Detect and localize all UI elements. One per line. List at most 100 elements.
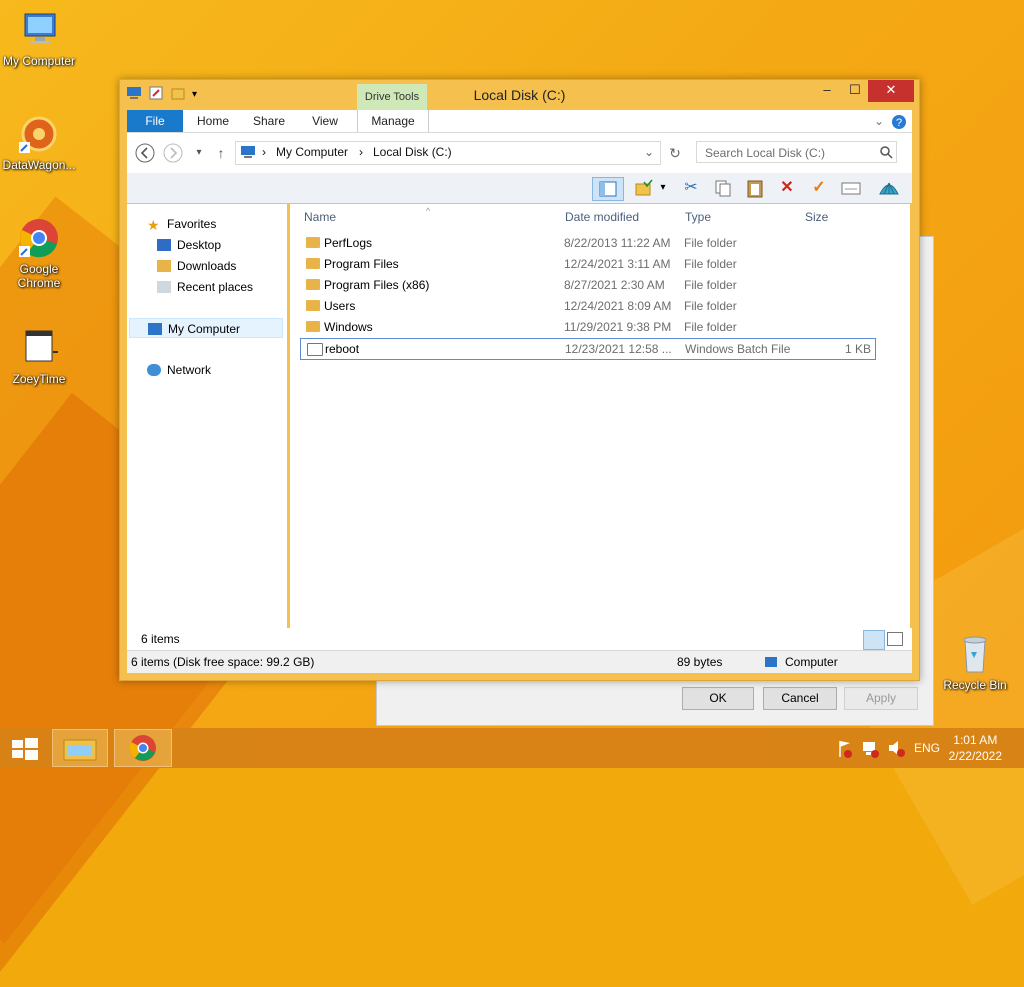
column-header-date[interactable]: Date modified xyxy=(565,204,639,230)
maximize-button[interactable]: ☐ xyxy=(842,80,868,102)
sort-ascending-icon: ^ xyxy=(426,206,431,216)
nav-favorites[interactable]: ★ Favorites xyxy=(147,214,216,234)
desktop-icon-datawagon[interactable]: DataWagon... xyxy=(0,112,78,172)
desktop-icon-recycle-bin[interactable]: Recycle Bin xyxy=(936,632,1014,692)
computer-small-icon xyxy=(148,323,162,335)
folder-icon xyxy=(306,300,320,311)
expand-ribbon-icon[interactable]: ⌄ xyxy=(871,110,887,132)
nav-desktop[interactable]: Desktop xyxy=(157,235,221,255)
computer-small-icon xyxy=(240,145,256,162)
minimize-button[interactable]: – xyxy=(814,80,840,102)
address-row: ▾ ↑ › My Computer › Local Disk (C:) ⌄ ↻ … xyxy=(127,133,912,173)
up-button[interactable]: ↑ xyxy=(211,143,231,163)
folder-icon xyxy=(306,279,320,290)
volume-muted-icon[interactable] xyxy=(886,729,906,767)
application-window-icon xyxy=(17,326,61,370)
table-row[interactable]: Program Files (x86) 8/27/2021 2:30 AM Fi… xyxy=(300,275,874,295)
tab-home[interactable]: Home xyxy=(191,110,235,132)
desktop-icon-google-chrome[interactable]: Google Chrome xyxy=(0,216,78,290)
title-bar[interactable]: ▾ Drive Tools Local Disk (C:) – ☐ ✕ xyxy=(120,80,919,110)
command-toolbar: ▾ ✂ ✕ ✓ xyxy=(127,173,912,203)
table-row[interactable]: Users 12/24/2021 8:09 AM File folder xyxy=(300,296,874,316)
nav-recent-places[interactable]: Recent places xyxy=(157,277,253,297)
breadcrumb-separator-icon: › xyxy=(262,145,266,159)
clock-date: 2/22/2022 xyxy=(948,749,1002,763)
back-button[interactable] xyxy=(135,143,155,163)
close-button[interactable]: ✕ xyxy=(868,80,914,102)
language-indicator[interactable]: ENG xyxy=(914,729,942,767)
breadcrumb-my-computer[interactable]: My Computer xyxy=(276,145,348,159)
rename-check-icon[interactable]: ✓ xyxy=(807,177,831,199)
folder-icon xyxy=(306,237,320,248)
column-header-name[interactable]: Name xyxy=(304,204,336,230)
svg-text:?: ? xyxy=(896,117,902,129)
window-title: Local Disk (C:) xyxy=(473,87,566,103)
status-selection-size: 89 bytes xyxy=(677,655,723,669)
network-tray-icon[interactable] xyxy=(860,729,880,767)
cut-icon[interactable]: ✂ xyxy=(679,177,703,199)
properties-icon[interactable] xyxy=(839,177,863,199)
action-center-flag-icon[interactable] xyxy=(836,729,854,767)
folder-options-icon[interactable] xyxy=(632,177,656,199)
copy-icon[interactable] xyxy=(711,177,735,199)
recent-locations-chevron-icon[interactable]: ▾ xyxy=(189,143,209,163)
chrome-icon xyxy=(17,216,61,260)
large-icons-view-icon[interactable] xyxy=(887,632,903,646)
nav-downloads[interactable]: Downloads xyxy=(157,256,236,276)
start-button[interactable] xyxy=(8,729,40,767)
tab-file[interactable]: File xyxy=(127,110,183,132)
tab-view[interactable]: View xyxy=(305,110,345,132)
ribbon-tabs: File Home Share View Manage ⌄ ? xyxy=(127,110,912,133)
desktop-icon-my-computer[interactable]: My Computer xyxy=(0,8,78,68)
table-row[interactable]: PerfLogs 8/22/2013 11:22 AM File folder xyxy=(300,233,874,253)
status-disk-info: 6 items (Disk free space: 99.2 GB) xyxy=(131,655,315,669)
file-list: Name ^ Date modified Type Size PerfLogs … xyxy=(290,204,910,640)
tab-share[interactable]: Share xyxy=(245,110,293,132)
ok-button[interactable]: OK xyxy=(682,687,754,710)
taskbar-chrome[interactable] xyxy=(114,729,172,767)
column-header-type[interactable]: Type xyxy=(685,204,711,230)
taskbar-file-explorer[interactable] xyxy=(52,729,108,767)
desktop-icon xyxy=(157,239,171,251)
system-clock[interactable]: 1:01 AM 2/22/2022 xyxy=(949,732,1002,764)
delete-icon[interactable]: ✕ xyxy=(775,177,799,199)
shell-icon[interactable] xyxy=(877,177,901,199)
recent-places-icon xyxy=(157,281,171,293)
breadcrumb-local-disk[interactable]: Local Disk (C:) xyxy=(373,145,452,159)
refresh-icon[interactable]: ↻ xyxy=(665,143,685,163)
apply-button[interactable]: Apply xyxy=(844,687,918,710)
table-row[interactable]: Windows 11/29/2021 9:38 PM File folder xyxy=(300,317,874,337)
search-input[interactable]: Search Local Disk (C:) xyxy=(696,141,897,163)
table-row[interactable]: Program Files 12/24/2021 3:11 AM File fo… xyxy=(300,254,874,274)
chevron-down-icon[interactable]: ▾ xyxy=(657,177,669,199)
table-row-selected[interactable]: reboot 12/23/2021 12:58 ... Windows Batc… xyxy=(300,338,876,360)
folder-icon xyxy=(306,321,320,332)
explorer-window: ▾ Drive Tools Local Disk (C:) – ☐ ✕ File… xyxy=(119,79,920,681)
item-count-bar: 6 items xyxy=(127,628,912,650)
network-icon xyxy=(147,364,161,376)
details-view-icon[interactable] xyxy=(863,630,885,650)
datawagon-icon xyxy=(17,112,61,156)
paste-icon[interactable] xyxy=(743,177,767,199)
column-header-size[interactable]: Size xyxy=(805,204,828,230)
help-icon[interactable]: ? xyxy=(891,110,907,132)
recycle-bin-icon xyxy=(953,632,997,676)
nav-my-computer[interactable]: My Computer xyxy=(129,318,283,338)
cancel-button[interactable]: Cancel xyxy=(763,687,837,710)
status-zone: Computer xyxy=(785,655,838,669)
preview-pane-icon[interactable] xyxy=(592,177,624,201)
batch-file-icon xyxy=(307,343,323,356)
star-icon: ★ xyxy=(147,217,160,233)
forward-button[interactable] xyxy=(163,143,183,163)
navigation-pane: ★ Favorites Desktop Downloads Recent plac… xyxy=(127,204,287,640)
address-bar[interactable]: › My Computer › Local Disk (C:) ⌄ xyxy=(235,141,661,165)
folder-icon xyxy=(306,258,320,269)
breadcrumb-separator-icon: › xyxy=(359,145,363,159)
downloads-icon xyxy=(157,260,171,272)
search-icon[interactable] xyxy=(879,145,893,162)
nav-network[interactable]: Network xyxy=(147,360,211,380)
desktop-icon-zoeytime[interactable]: ZoeyTime xyxy=(0,326,78,386)
address-dropdown-icon[interactable]: ⌄ xyxy=(644,145,654,159)
tab-manage[interactable]: Manage xyxy=(357,110,429,132)
status-bar: 6 items (Disk free space: 99.2 GB) 89 by… xyxy=(127,650,912,673)
